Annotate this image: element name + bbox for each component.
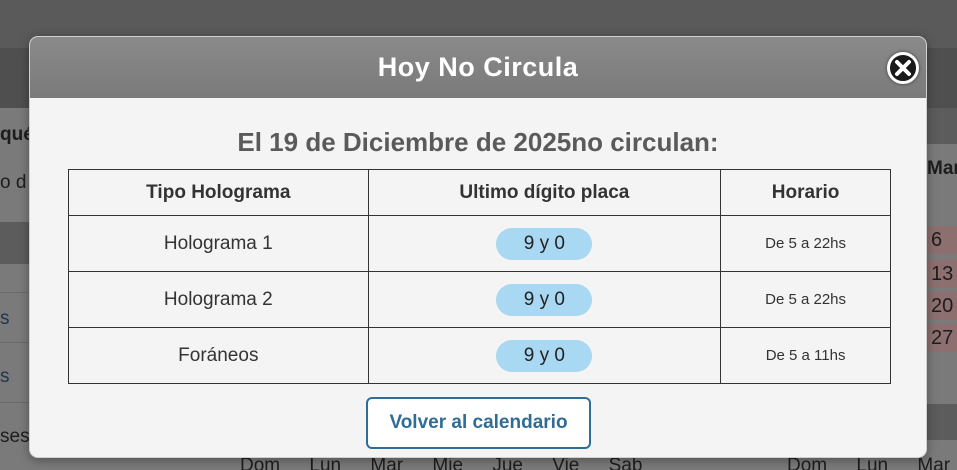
background-link-fragment[interactable]: s [0,366,10,388]
plate-digits-cell: 9 y 0 [367,215,722,272]
background-calendar-day[interactable]: 27 [927,324,957,352]
plate-digits-badge: 9 y 0 [496,283,593,316]
background-section-band-right [927,108,957,144]
table-row: Holograma 2 9 y 0 De 5 a 22hs [68,271,891,328]
table-row: Holograma 1 9 y 0 De 5 a 22hs [68,215,891,272]
close-button[interactable] [887,52,919,84]
column-header-tipo: Tipo Holograma [68,169,369,216]
restriction-table: Tipo Holograma Ultimo dígito placa Horar… [68,169,891,384]
background-header-strip-left [0,48,30,108]
plate-digits-cell: 9 y 0 [367,271,722,328]
background-divider [0,342,30,343]
background-text-fragment: o d [0,172,27,193]
modal-header: Hoy No Circula [30,37,926,98]
background-calendar-day[interactable]: 20 [927,292,957,320]
column-header-horario: Horario [720,169,891,216]
close-icon [895,60,911,76]
weekday-label: Mar [917,455,951,470]
background-calendar-day[interactable]: 13 [927,260,957,288]
schedule-cell: De 5 a 22hs [720,271,891,328]
table-row: Foráneos 9 y 0 De 5 a 11hs [68,327,891,384]
background-divider [0,402,30,403]
modal-title: Hoy No Circula [377,52,579,82]
background-section-band [0,222,30,264]
hologram-type-cell: Holograma 1 [68,215,369,272]
column-header-digito: Ultimo dígito placa [367,169,722,216]
plate-digits-badge: 9 y 0 [496,339,593,372]
background-section-band-right-bottom [927,404,957,440]
hoy-no-circula-modal: Hoy No Circula El 19 de Diciembre de 202… [29,36,927,458]
background-calendar-header: Mar [927,158,957,179]
background-divider [0,292,30,293]
background-header-strip-right [927,48,957,108]
background-calendar-day[interactable]: 6 [927,226,957,254]
back-to-calendar-button[interactable]: Volver al calendario [366,397,591,449]
restriction-date-heading: El 19 de Diciembre de 2025no circulan: [237,127,719,157]
table-header-row: Tipo Holograma Ultimo dígito placa Horar… [68,169,891,216]
plate-digits-cell: 9 y 0 [367,327,722,384]
background-link-fragment[interactable]: s [0,308,10,330]
schedule-cell: De 5 a 22hs [720,215,891,272]
schedule-cell: De 5 a 11hs [720,327,891,384]
hologram-type-cell: Foráneos [68,327,369,384]
hologram-type-cell: Holograma 2 [68,271,369,328]
background-text-fragment: ses [0,426,30,447]
plate-digits-badge: 9 y 0 [496,227,593,260]
